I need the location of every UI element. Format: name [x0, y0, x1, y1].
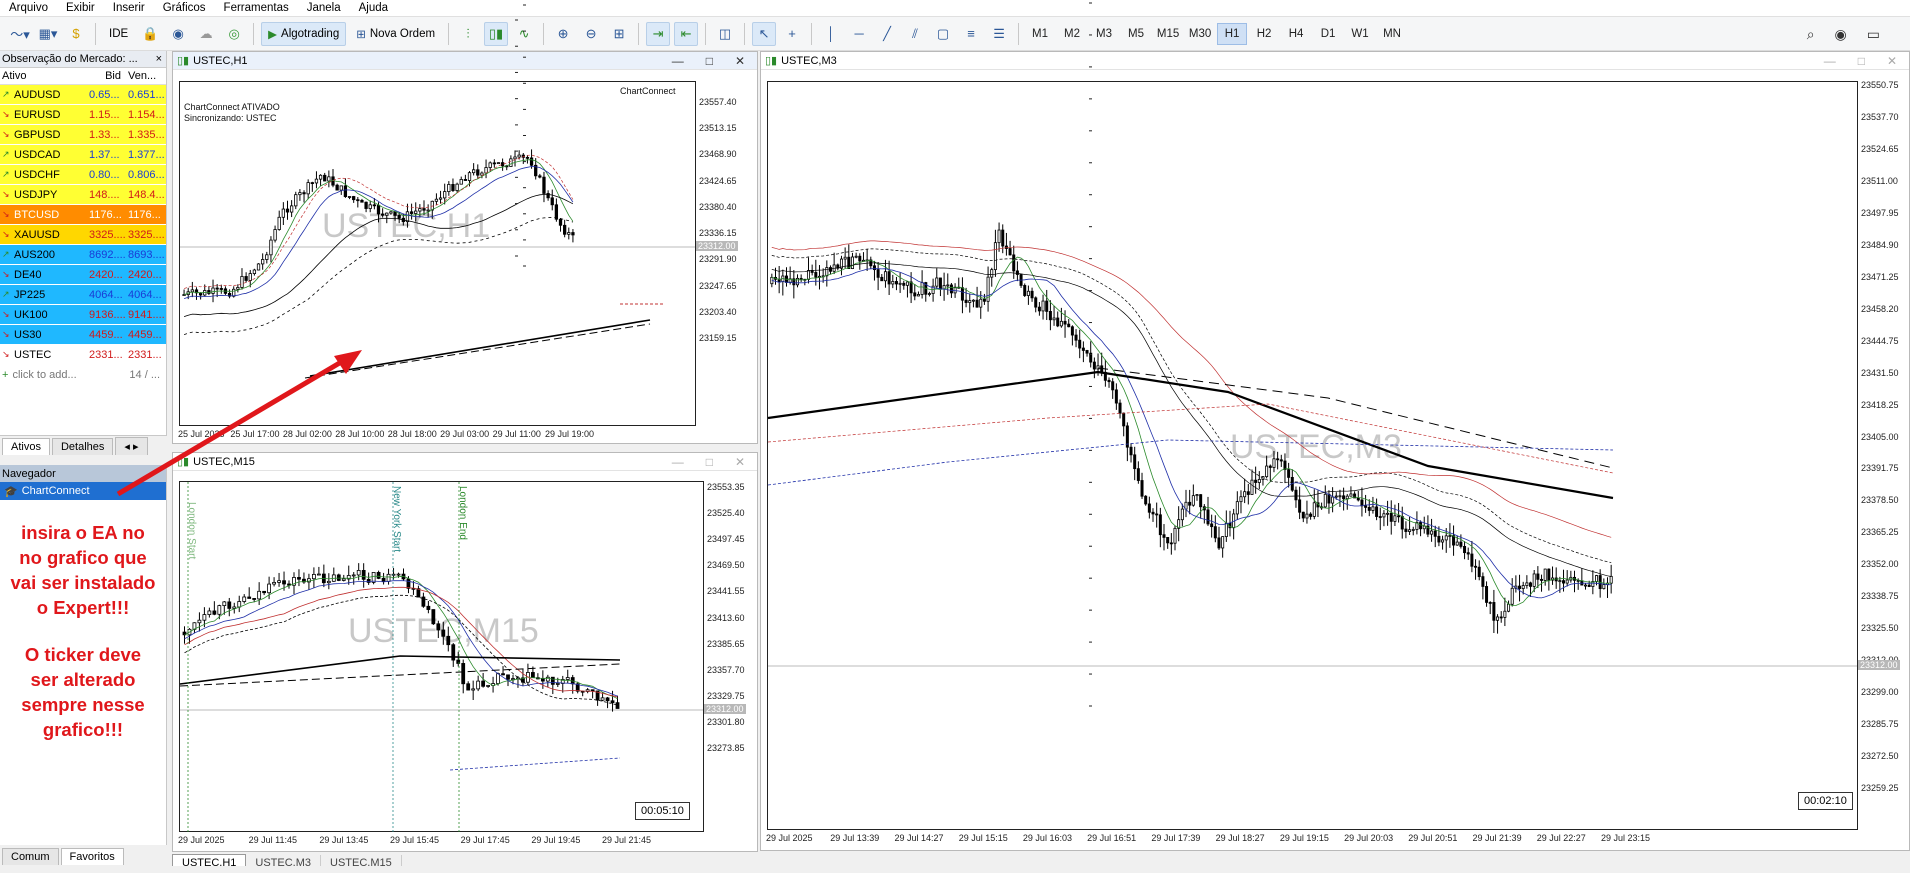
annotation-arrow	[116, 350, 362, 497]
arrow-shaft	[116, 355, 350, 497]
arrow-head	[334, 350, 362, 374]
status-bar	[0, 866, 1910, 873]
